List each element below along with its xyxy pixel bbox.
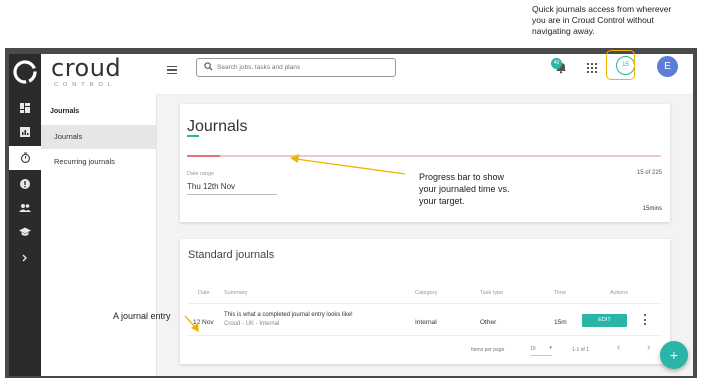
annotation-line: your target. bbox=[419, 196, 465, 206]
annotation-line: Progress bar to show bbox=[419, 172, 505, 182]
progress-bar-annotation: Progress bar to show your journaled time… bbox=[419, 171, 559, 207]
journal-entry-annotation: A journal entry bbox=[113, 311, 171, 321]
annotation-arrows bbox=[184, 154, 406, 332]
annotation-line: your journaled time vs. bbox=[419, 184, 510, 194]
